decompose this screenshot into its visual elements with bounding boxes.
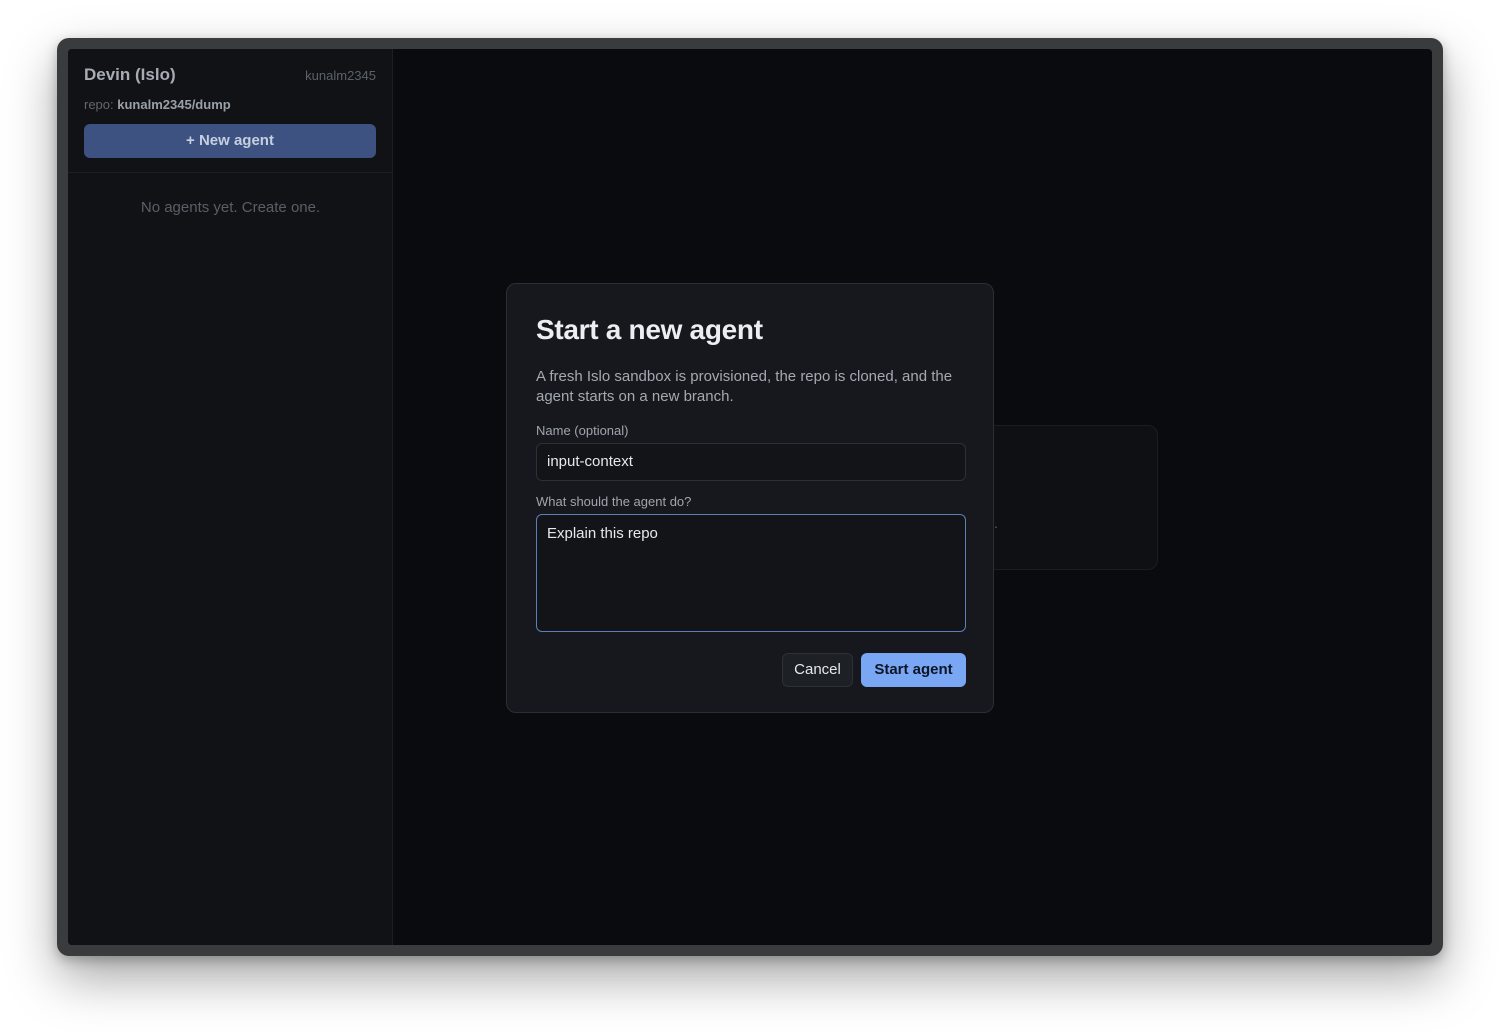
new-agent-dialog: Start a new agent A fresh Islo sandbox i… — [506, 283, 994, 713]
repo-prefix: repo: — [84, 97, 114, 112]
dialog-description: A fresh Islo sandbox is provisioned, the… — [536, 368, 953, 405]
username: kunalm2345 — [305, 68, 376, 83]
name-field-label: Name (optional) — [536, 423, 629, 438]
sidebar-header: Devin (Islo) kunalm2345 repo: kunalm2345… — [68, 49, 392, 173]
repo-name: kunalm2345/dump — [117, 97, 231, 112]
name-input[interactable]: input-context — [536, 443, 966, 481]
app-screen: Devin (Islo) kunalm2345 repo: kunalm2345… — [68, 49, 1432, 945]
dialog-title: Start a new agent — [536, 314, 763, 345]
task-textarea[interactable]: Explain this repo — [536, 514, 966, 632]
repo-info: repo: kunalm2345/dump — [84, 97, 231, 112]
task-field-label: What should the agent do? — [536, 494, 692, 509]
new-agent-button[interactable]: + New agent — [84, 124, 376, 158]
empty-agents-message: No agents yet. Create one. — [140, 199, 321, 216]
cancel-button[interactable]: Cancel — [782, 653, 853, 687]
start-agent-button[interactable]: Start agent — [861, 653, 966, 687]
background-card — [968, 425, 1158, 570]
app-title: Devin (Islo) — [84, 65, 176, 84]
background-card-text: . — [994, 515, 998, 531]
window-frame: Devin (Islo) kunalm2345 repo: kunalm2345… — [57, 38, 1443, 956]
sidebar: Devin (Islo) kunalm2345 repo: kunalm2345… — [68, 49, 393, 945]
